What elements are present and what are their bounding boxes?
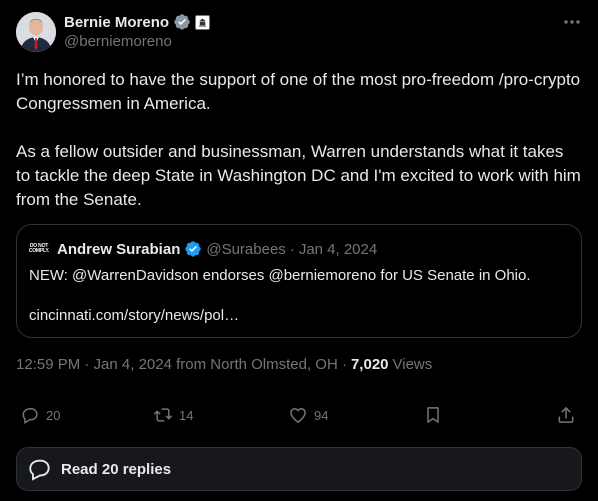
repost-button[interactable]: 14 bbox=[153, 404, 193, 426]
share-icon bbox=[558, 407, 574, 423]
bookmark-icon bbox=[427, 407, 439, 423]
author-avatar[interactable] bbox=[16, 12, 56, 52]
verified-badge-icon bbox=[185, 241, 202, 257]
like-button[interactable]: 94 bbox=[288, 404, 328, 426]
share-button[interactable] bbox=[556, 404, 576, 426]
affiliation-badge-icon[interactable] bbox=[195, 14, 211, 30]
capitol-icon bbox=[198, 17, 207, 27]
bookmark-button[interactable] bbox=[423, 404, 443, 426]
quote-avatar-text-2: COMPLY. bbox=[28, 248, 50, 254]
quote-text: NEW: @WarrenDavidson endorses @berniemor… bbox=[29, 267, 531, 284]
reply-icon bbox=[22, 408, 38, 424]
post-text: I’m honored to have the support of one o… bbox=[16, 70, 581, 209]
heart-icon bbox=[290, 408, 306, 423]
read-replies-label: Read 20 replies bbox=[61, 460, 172, 478]
verified-badge-icon bbox=[174, 14, 190, 30]
views-label: Views bbox=[392, 356, 433, 373]
views-count: 7,020 bbox=[350, 356, 389, 373]
quote-author-name[interactable]: Andrew Surabian bbox=[57, 241, 180, 258]
read-replies-button[interactable]: Read 20 replies bbox=[16, 447, 582, 491]
quoted-post[interactable]: DO NOT COMPLY. Andrew Surabian @Surabees… bbox=[16, 224, 582, 338]
like-count: 94 bbox=[314, 407, 329, 423]
author-photo bbox=[16, 12, 56, 52]
quote-date[interactable]: Jan 4, 2024 bbox=[299, 241, 377, 258]
author-handle[interactable]: @berniemoreno bbox=[64, 33, 172, 50]
quote-author-handle[interactable]: @Surabees bbox=[206, 241, 285, 258]
post-timestamp[interactable]: 12:59 PM · Jan 4, 2024 from North Olmste… bbox=[16, 356, 347, 373]
quote-author-avatar: DO NOT COMPLY. bbox=[29, 239, 49, 259]
reply-button[interactable]: 20 bbox=[20, 404, 60, 426]
author-name[interactable]: Bernie Moreno bbox=[64, 14, 169, 31]
repost-icon bbox=[153, 408, 173, 422]
repost-count: 14 bbox=[179, 407, 194, 423]
reply-bubble-icon bbox=[29, 459, 50, 481]
more-options-icon[interactable] bbox=[562, 12, 582, 32]
action-bar: 20 14 94 bbox=[20, 404, 578, 426]
quote-separator: · bbox=[289, 240, 295, 258]
post-metadata: 12:59 PM · Jan 4, 2024 from North Olmste… bbox=[16, 356, 432, 373]
reply-count: 20 bbox=[46, 407, 61, 423]
quote-link[interactable]: cincinnati.com/story/news/pol… bbox=[29, 307, 239, 324]
